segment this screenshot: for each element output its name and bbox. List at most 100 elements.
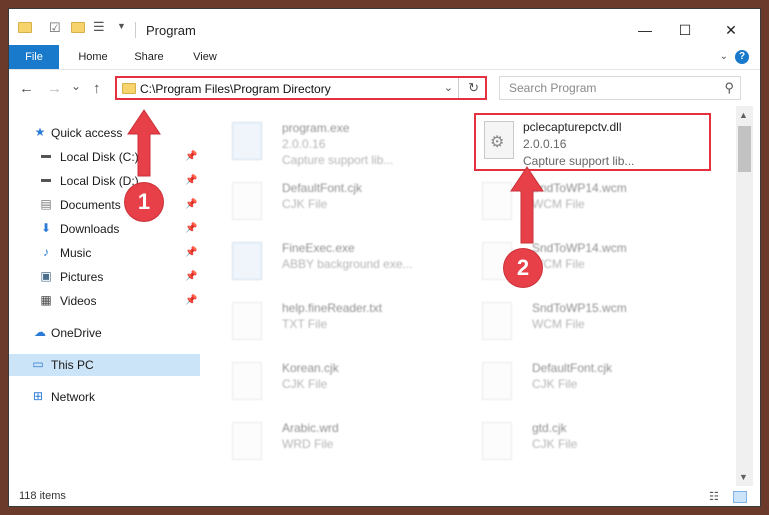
search-icon[interactable]: ⚲ xyxy=(724,80,734,96)
sidebar-item-label: Quick access xyxy=(51,126,123,140)
tab-view[interactable]: View xyxy=(187,45,223,69)
file-type: WCM File xyxy=(532,317,585,331)
file-item[interactable]: FineExec.exe ABBY background exe... xyxy=(210,236,450,290)
pictures-icon: ▣ xyxy=(40,269,52,283)
pin-icon: 📌 xyxy=(185,223,198,234)
file-name: FineExec.exe xyxy=(282,241,355,255)
file-type: ABBY background exe... xyxy=(282,257,413,271)
sidebar-item-downloads[interactable]: ⬇ Downloads 📌 xyxy=(9,218,200,240)
sidebar-item-this-pc[interactable]: ▭ This PC xyxy=(9,354,200,376)
file-name: Korean.cjk xyxy=(282,361,339,375)
highlight-box xyxy=(474,113,711,171)
sidebar-item-quick-access[interactable]: ★ Quick access xyxy=(9,122,200,144)
file-name: SndToWP14.wcm xyxy=(532,241,627,255)
file-icon xyxy=(232,362,262,400)
scroll-up-icon[interactable]: ▲ xyxy=(739,110,748,120)
address-dropdown-icon[interactable]: ⌄ xyxy=(444,81,453,94)
details-view-icon[interactable]: ☷ xyxy=(709,491,723,503)
sidebar-item-label: Pictures xyxy=(60,270,104,284)
tab-share[interactable]: Share xyxy=(131,45,167,69)
new-folder-icon[interactable] xyxy=(71,22,85,33)
file-item[interactable]: DefaultFont.cjk CJK File xyxy=(210,176,450,230)
search-placeholder: Search Program xyxy=(509,81,597,95)
file-name: Arabic.wrd xyxy=(282,421,339,435)
download-icon: ⬇ xyxy=(40,221,52,235)
file-name: SndToWP14.wcm xyxy=(532,181,627,195)
sidebar-item-label: Downloads xyxy=(60,222,120,236)
address-path[interactable]: C:\Program Files\Program Directory xyxy=(140,82,331,96)
pin-icon: 📌 xyxy=(185,199,198,210)
address-separator xyxy=(458,78,459,98)
tab-home[interactable]: Home xyxy=(75,45,111,69)
file-type: CJK File xyxy=(532,377,578,391)
file-type: CJK File xyxy=(282,197,328,211)
help-icon[interactable]: ? xyxy=(735,50,749,64)
pin-icon: 📌 xyxy=(185,271,198,282)
folder-icon xyxy=(18,22,32,33)
back-button[interactable]: ← xyxy=(19,80,34,97)
forward-button[interactable]: → xyxy=(47,80,62,97)
up-button[interactable]: ↑ xyxy=(93,80,101,97)
tab-file[interactable]: File xyxy=(9,45,59,69)
vertical-scrollbar[interactable]: ▲ ▼ xyxy=(736,106,753,486)
scrollbar-thumb[interactable] xyxy=(738,126,751,172)
close-button[interactable]: ✕ xyxy=(721,20,741,40)
file-item[interactable]: program.exe 2.0.0.16 Capture support lib… xyxy=(210,116,450,170)
window-title: Program xyxy=(146,23,196,38)
computer-icon: ▭ xyxy=(32,357,44,371)
maximize-button[interactable]: ☐ xyxy=(675,20,695,40)
recent-locations-button[interactable]: ⌄ xyxy=(71,79,81,93)
file-icon xyxy=(232,182,262,220)
pin-icon: 📌 xyxy=(185,151,198,162)
file-item[interactable]: gtd.cjk CJK File xyxy=(460,416,700,470)
file-item[interactable]: Arabic.wrd WRD File xyxy=(210,416,450,470)
file-item[interactable]: DefaultFont.cjk CJK File xyxy=(460,356,700,410)
file-icon xyxy=(482,182,512,220)
sidebar-item-network[interactable]: ⊞ Network xyxy=(9,386,200,408)
minimize-button[interactable]: — xyxy=(635,20,655,40)
pin-icon: 📌 xyxy=(185,247,198,258)
file-item[interactable]: help.fineReader.txt TXT File xyxy=(210,296,450,350)
file-item[interactable]: Korean.cjk CJK File xyxy=(210,356,450,410)
drive-icon: ▬ xyxy=(41,150,51,161)
sidebar-item-documents[interactable]: ▤ Documents 📌 xyxy=(9,194,200,216)
customize-toolbar-icon[interactable]: ☰ xyxy=(93,19,105,35)
arrow-up-icon xyxy=(510,166,544,244)
sidebar-item-videos[interactable]: ▦ Videos 📌 xyxy=(9,290,200,312)
sidebar-item-pictures[interactable]: ▣ Pictures 📌 xyxy=(9,266,200,288)
toolbar-dropdown-icon[interactable]: ▼ xyxy=(117,21,126,31)
title-separator xyxy=(135,22,136,38)
navigation-pane: ★ Quick access ▬ Local Disk (C:) 📌 ▬ Loc… xyxy=(9,106,200,486)
scroll-down-icon[interactable]: ▼ xyxy=(739,472,748,482)
sidebar-item-local-disk-c[interactable]: ▬ Local Disk (C:) 📌 xyxy=(9,146,200,168)
pin-icon: 📌 xyxy=(185,295,198,306)
file-name: help.fineReader.txt xyxy=(282,301,383,315)
address-bar[interactable]: C:\Program Files\Program Directory ⌄ ↻ xyxy=(115,76,487,100)
file-item[interactable]: SndToWP14.wcm WCM File xyxy=(460,236,700,290)
refresh-icon[interactable]: ↻ xyxy=(468,80,479,96)
file-type: CJK File xyxy=(532,437,578,451)
title-bar: ☑ ☰ ▼ Program — ☐ ✕ xyxy=(9,9,760,45)
step-badge-1: 1 xyxy=(125,183,163,221)
sidebar-item-local-disk-d[interactable]: ▬ Local Disk (D:) 📌 xyxy=(9,170,200,192)
file-name: DefaultFont.cjk xyxy=(532,361,613,375)
videos-icon: ▦ xyxy=(40,293,52,307)
expand-ribbon-icon[interactable]: ⌄ xyxy=(720,51,728,62)
properties-icon[interactable]: ☑ xyxy=(49,20,61,36)
drive-icon: ▬ xyxy=(41,174,51,185)
file-type: CJK File xyxy=(282,377,328,391)
large-icons-view-icon[interactable] xyxy=(733,491,747,503)
navigation-bar: ← → ⌄ ↑ C:\Program Files\Program Directo… xyxy=(9,70,760,106)
search-input[interactable]: Search Program ⚲ xyxy=(499,76,741,100)
sidebar-item-label: Network xyxy=(51,390,96,404)
star-icon: ★ xyxy=(34,125,46,139)
sidebar-item-music[interactable]: ♪ Music 📌 xyxy=(9,242,200,264)
music-icon: ♪ xyxy=(43,245,49,259)
arrow-up-icon xyxy=(127,109,161,177)
sidebar-item-onedrive[interactable]: ☁ OneDrive xyxy=(9,322,200,344)
ribbon: File Home Share View ⌄ ? xyxy=(9,45,760,70)
file-description: Capture support lib... xyxy=(282,153,394,167)
file-item[interactable]: SndToWP15.wcm WCM File xyxy=(460,296,700,350)
file-name: SndToWP15.wcm xyxy=(532,301,627,315)
file-item[interactable]: SndToWP14.wcm WCM File xyxy=(460,176,700,230)
